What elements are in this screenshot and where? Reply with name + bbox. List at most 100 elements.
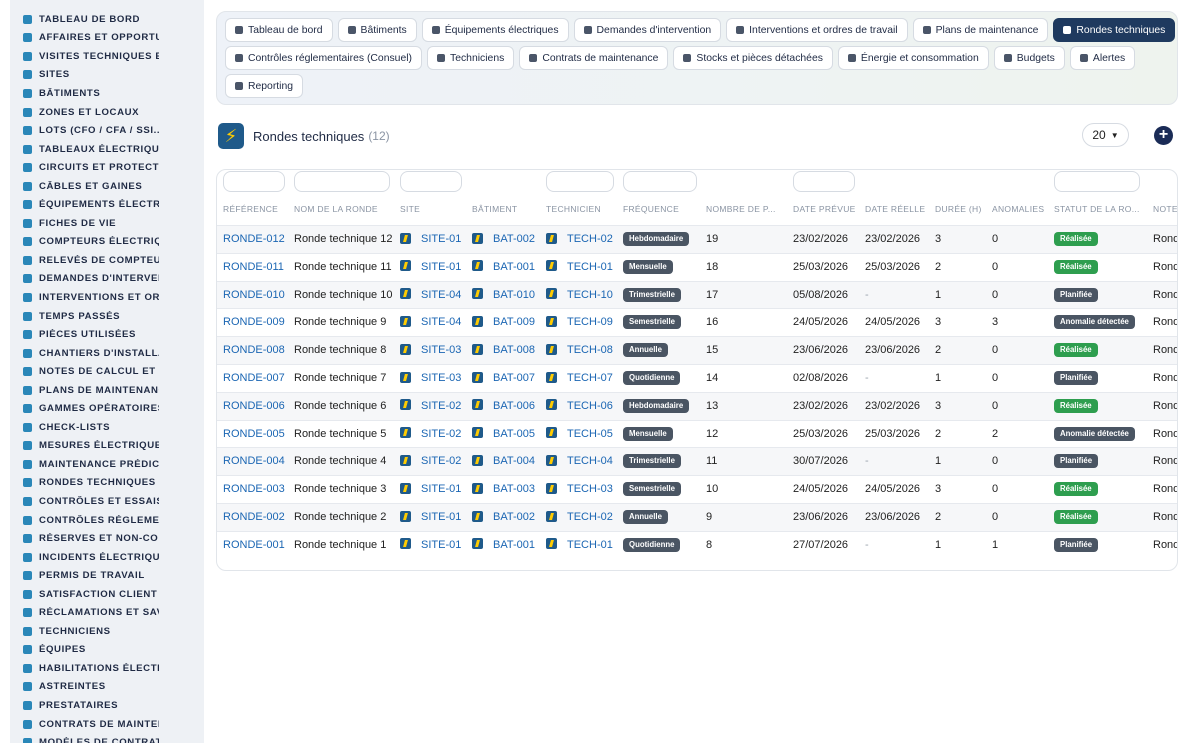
column-header[interactable]: BÂTIMENT — [472, 204, 542, 214]
site-link[interactable]: SITE-01 — [421, 261, 461, 273]
sidebar-item[interactable]: TABLEAUX ÉLECTRIQUES — [10, 140, 204, 159]
sidebar-item[interactable]: INTERVENTIONS ET ORDRES — [10, 288, 204, 307]
column-header[interactable]: DATE PRÉVUE — [793, 204, 861, 214]
sidebar-item[interactable]: ASTREINTES — [10, 678, 204, 697]
column-header[interactable]: FRÉQUENCE — [623, 204, 703, 214]
sidebar-item[interactable]: SATISFACTION CLIENT — [10, 585, 204, 604]
bat-link[interactable]: BAT-005 — [493, 428, 535, 440]
table-row[interactable]: RONDE-012 Ronde technique 12 SITE-01 BAT-00… — [217, 225, 1177, 253]
sidebar-item[interactable]: TABLEAU DE BORD — [10, 10, 204, 29]
column-filter-input[interactable] — [793, 171, 855, 192]
bat-link[interactable]: BAT-009 — [493, 316, 535, 328]
bat-link[interactable]: BAT-004 — [493, 455, 535, 467]
sidebar-item[interactable]: PERMIS DE TRAVAIL — [10, 566, 204, 585]
nav-tab[interactable]: Budgets — [993, 46, 1065, 70]
column-header[interactable]: TECHNICIEN — [546, 204, 620, 214]
sidebar-item[interactable]: NOTES DE CALCUL ET ÉTUDES — [10, 362, 204, 381]
tech-link[interactable]: TECH-01 — [567, 539, 613, 551]
page-size-select[interactable]: 20 ▼ — [1082, 123, 1129, 147]
nav-tab[interactable]: Techniciens — [427, 46, 515, 70]
sidebar-item[interactable]: CONTRÔLES ET ESSAIS — [10, 492, 204, 511]
column-header[interactable]: SITE — [400, 204, 468, 214]
sidebar-item[interactable]: VISITES TECHNIQUES ET — [10, 47, 204, 66]
reference-link[interactable]: RONDE-002 — [223, 511, 285, 523]
column-header[interactable]: ANOMALIES — [992, 204, 1050, 214]
nav-tab[interactable]: Contrôles réglementaires (Consuel) — [225, 46, 423, 70]
sidebar-item[interactable]: INCIDENTS ÉLECTRIQUES — [10, 548, 204, 567]
column-filter-input[interactable] — [294, 171, 390, 192]
bat-link[interactable]: BAT-002 — [493, 233, 535, 245]
sidebar-item[interactable]: CHANTIERS D'INSTALLATION — [10, 344, 204, 363]
table-row[interactable]: RONDE-006 Ronde technique 6 SITE-02 BAT-006… — [217, 391, 1177, 420]
site-link[interactable]: SITE-04 — [421, 316, 461, 328]
table-row[interactable]: RONDE-011 Ronde technique 11 SITE-01 BAT-00… — [217, 252, 1177, 281]
table-row[interactable]: RONDE-001 Ronde technique 1 SITE-01 BAT-001… — [217, 530, 1177, 559]
tech-link[interactable]: TECH-10 — [567, 289, 613, 301]
tech-link[interactable]: TECH-04 — [567, 455, 613, 467]
sidebar-item[interactable]: CONTRATS DE MAINTENANCE — [10, 715, 204, 734]
reference-link[interactable]: RONDE-007 — [223, 372, 285, 384]
column-header[interactable]: DATE RÉELLE — [865, 204, 931, 214]
nav-tab[interactable]: Interventions et ordres de travail — [726, 18, 908, 42]
column-header[interactable]: DURÉE (H) — [935, 204, 989, 214]
reference-link[interactable]: RONDE-005 — [223, 428, 285, 440]
tech-link[interactable]: TECH-01 — [567, 261, 613, 273]
tech-link[interactable]: TECH-07 — [567, 372, 613, 384]
site-link[interactable]: SITE-02 — [421, 455, 461, 467]
column-filter-input[interactable] — [1054, 171, 1140, 192]
column-header[interactable]: NOMBRE DE P... — [706, 204, 786, 214]
sidebar-item[interactable]: RELEVÉS DE COMPTEURS — [10, 251, 204, 270]
sidebar-item[interactable]: PIÈCES UTILISÉES — [10, 325, 204, 344]
site-link[interactable]: SITE-01 — [421, 539, 461, 551]
column-header[interactable]: NOTE — [1153, 204, 1177, 214]
sidebar-item[interactable]: RÉCLAMATIONS ET SAV — [10, 604, 204, 623]
column-filter-input[interactable] — [623, 171, 697, 192]
tech-link[interactable]: TECH-05 — [567, 428, 613, 440]
tech-link[interactable]: TECH-03 — [567, 483, 613, 495]
site-link[interactable]: SITE-03 — [421, 344, 461, 356]
sidebar-item[interactable]: TECHNICIENS — [10, 622, 204, 641]
column-filter-input[interactable] — [546, 171, 614, 192]
sidebar-item[interactable]: DEMANDES D'INTERVENTION — [10, 270, 204, 289]
sidebar-item[interactable]: RONDES TECHNIQUES — [10, 474, 204, 493]
sidebar-item[interactable]: ÉQUIPES — [10, 641, 204, 660]
sidebar-item[interactable]: HABILITATIONS ÉLECTRIQUES — [10, 659, 204, 678]
sidebar-item[interactable]: COMPTEURS ÉLECTRIQUES — [10, 233, 204, 252]
site-link[interactable]: SITE-02 — [421, 400, 461, 412]
bat-link[interactable]: BAT-003 — [493, 483, 535, 495]
table-row[interactable]: RONDE-008 Ronde technique 8 SITE-03 BAT-008… — [217, 336, 1177, 364]
column-filter-input[interactable] — [400, 171, 462, 192]
sidebar-item[interactable]: SITES — [10, 66, 204, 85]
sidebar-item[interactable]: FICHES DE VIE — [10, 214, 204, 233]
sidebar-item[interactable]: CONTRÔLES RÉGLEMENTAIRES — [10, 511, 204, 530]
nav-tab[interactable]: Stocks et pièces détachées — [673, 46, 833, 70]
nav-tab[interactable]: Demandes d'intervention — [573, 18, 722, 42]
nav-tab[interactable]: Rondes techniques — [1053, 18, 1176, 42]
reference-link[interactable]: RONDE-008 — [223, 344, 285, 356]
nav-tab[interactable]: Tableau de bord — [225, 18, 333, 42]
bat-link[interactable]: BAT-008 — [493, 344, 535, 356]
table-row[interactable]: RONDE-010 Ronde technique 10 SITE-04 BAT-01… — [217, 280, 1177, 309]
table-row[interactable]: RONDE-002 Ronde technique 2 SITE-01 BAT-002… — [217, 503, 1177, 531]
site-link[interactable]: SITE-03 — [421, 372, 461, 384]
sidebar-item[interactable]: AFFAIRES ET OPPORTUNITÉS — [10, 29, 204, 48]
site-link[interactable]: SITE-01 — [421, 233, 461, 245]
column-filter-input[interactable] — [223, 171, 285, 192]
tech-link[interactable]: TECH-02 — [567, 233, 613, 245]
reference-link[interactable]: RONDE-006 — [223, 400, 285, 412]
table-row[interactable]: RONDE-004 Ronde technique 4 SITE-02 BAT-004… — [217, 447, 1177, 476]
bat-link[interactable]: BAT-001 — [493, 261, 535, 273]
add-button[interactable]: + — [1154, 126, 1173, 145]
sidebar-item[interactable]: BÂTIMENTS — [10, 84, 204, 103]
column-header[interactable]: RÉFÉRENCE — [223, 204, 291, 214]
tech-link[interactable]: TECH-08 — [567, 344, 613, 356]
sidebar-item[interactable]: CHECK-LISTS — [10, 418, 204, 437]
sidebar-item[interactable]: TEMPS PASSÉS — [10, 307, 204, 326]
nav-tab[interactable]: Bâtiments — [337, 18, 417, 42]
reference-link[interactable]: RONDE-004 — [223, 455, 285, 467]
reference-link[interactable]: RONDE-009 — [223, 316, 285, 328]
reference-link[interactable]: RONDE-010 — [223, 289, 285, 301]
sidebar-item[interactable]: PLANS DE MAINTENANCE — [10, 381, 204, 400]
reference-link[interactable]: RONDE-012 — [223, 233, 285, 245]
table-row[interactable]: RONDE-009 Ronde technique 9 SITE-04 BAT-009… — [217, 308, 1177, 336]
